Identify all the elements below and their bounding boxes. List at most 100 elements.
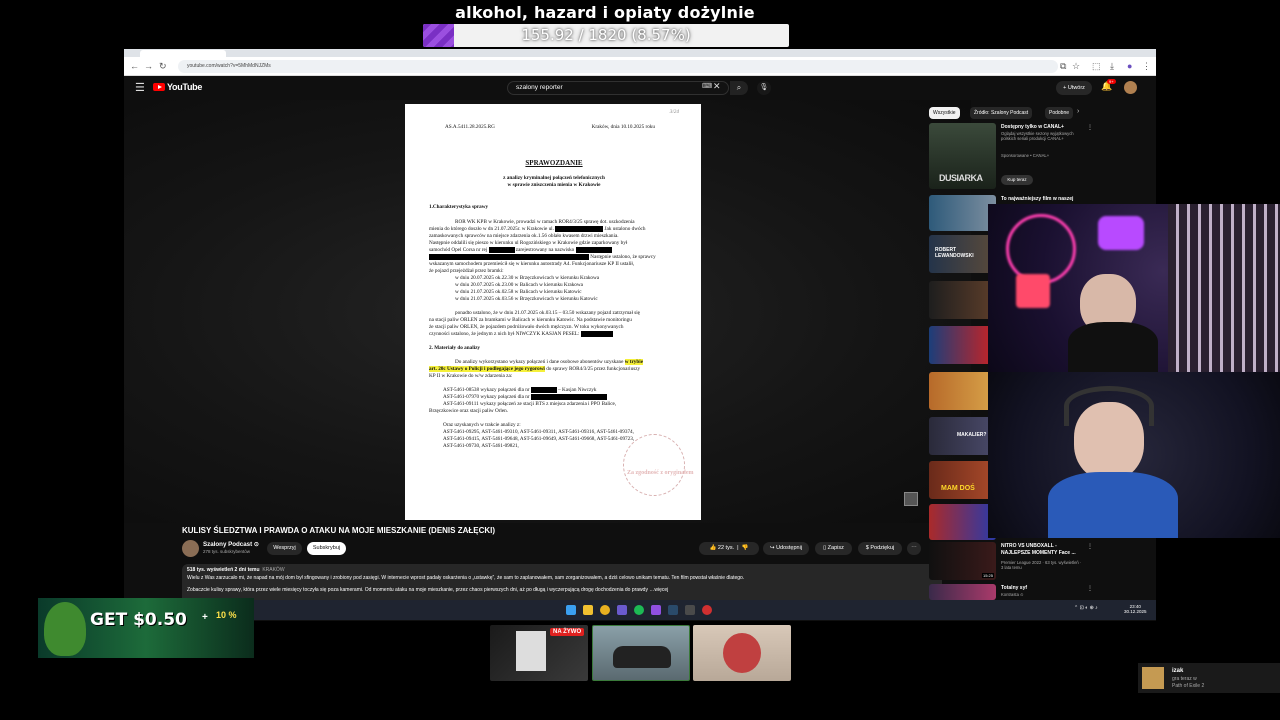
voice-search-button[interactable]: 🎙 <box>757 81 771 95</box>
stream-thumbnail[interactable] <box>693 625 791 681</box>
file-explorer-icon[interactable] <box>583 605 593 615</box>
more-options-icon[interactable]: ⋮ <box>1087 585 1093 592</box>
stream-ad-banner[interactable]: GET $0.50 + 10 % <box>38 598 254 658</box>
windows-taskbar: ⌃ ⊡ ◐ ⊕ ♪ 23:40 30.12.2025 <box>124 600 1156 620</box>
related-video-meta: Premier League 2022 · 63 tys. wyświetleń… <box>1001 560 1082 571</box>
video-thumbnail-text: MAM DOŚ <box>941 485 975 492</box>
description-tag[interactable]: KRAKÓW <box>262 567 284 573</box>
description-line: Zobaczcie kulisy sprawy, która przez wie… <box>187 586 669 593</box>
buy-now-button[interactable]: Kup teraz <box>1001 175 1033 185</box>
search-button[interactable]: ⌕ <box>730 81 748 95</box>
doc-title: SPRAWOZDANIE <box>525 159 583 167</box>
chip-all[interactable]: Wszystkie <box>929 107 960 119</box>
friend-status: gra teraz w Path of Exile 2 <box>1172 676 1204 689</box>
more-options-icon[interactable]: ⋮ <box>1087 124 1093 131</box>
chevron-right-icon[interactable]: › <box>1077 108 1079 115</box>
extensions-icon[interactable]: ⬚ <box>1092 61 1101 72</box>
chrome-icon[interactable] <box>600 605 610 615</box>
browser-menu-icon[interactable]: ⋮ <box>1142 61 1151 72</box>
thumbnail-car <box>613 646 671 668</box>
redaction <box>580 331 613 337</box>
browser-tab-active[interactable] <box>140 50 226 57</box>
video-thumbnail-text: MAKALIER? <box>957 432 987 438</box>
headphones <box>1064 386 1154 426</box>
reload-icon[interactable]: ↻ <box>159 61 167 72</box>
share-button[interactable]: ↪ Udostępnij <box>763 542 809 555</box>
ad-character <box>44 602 86 656</box>
account-avatar[interactable] <box>1124 81 1137 94</box>
bookmark-star-icon[interactable]: ☆ <box>1072 61 1080 72</box>
thumbnail-figure <box>723 633 761 673</box>
keyboard-icon[interactable]: ⌨ <box>702 82 712 90</box>
youtube-logo[interactable]: YouTube <box>153 82 202 92</box>
search-icon: ⌕ <box>736 83 742 92</box>
back-icon[interactable]: ← <box>130 61 139 71</box>
thumbs-up-icon: 👍 <box>709 545 717 551</box>
ad-text: GET $0.50 <box>90 610 187 630</box>
doc-text: Jak ustalono dwóch <box>604 226 646 233</box>
doc-stamp-text: Za zgodność z oryginałem <box>627 470 694 476</box>
obs-icon[interactable] <box>702 605 712 615</box>
share-label: Udostępnij <box>776 545 803 551</box>
system-tray-icons[interactable]: ⌃ ⊡ ◐ ⊕ ♪ <box>1074 605 1098 611</box>
clock[interactable]: 23:40 30.12.2025 <box>1124 604 1147 615</box>
neon-decor <box>1016 274 1050 308</box>
profile-icon[interactable]: ● <box>1127 61 1132 71</box>
youtube-header: ☰ YouTube szalony reporter ⌨ ✕ ⌕ 🎙 + Utw… <box>124 76 1156 100</box>
thanks-button[interactable]: $ Podziękuj <box>858 542 902 555</box>
url-field[interactable]: youtube.com/watch?v=5MhMdNJZMs <box>178 60 1058 73</box>
video-title: KULISY ŚLEDZTWA I PRAWDA O ATAKU NA MOJE… <box>182 526 496 535</box>
doc-text: do sprawy ROR4/3/25 przez funkcjonariusz… <box>546 366 641 372</box>
video-thumbnail-text: ROBERT LEWANDOWSKI <box>935 247 974 259</box>
support-button[interactable]: Wesprzyj <box>267 542 302 555</box>
like-count: 22 tys. <box>717 545 735 551</box>
browser-tab[interactable] <box>236 50 322 57</box>
dollar-icon: $ <box>865 545 869 551</box>
more-actions-button[interactable]: ⋯ <box>907 542 921 555</box>
stream-thumbnail[interactable]: NA ŻYWO <box>490 625 588 681</box>
bookmark-icon: ▯ <box>823 545 827 551</box>
hamburger-menu-icon[interactable]: ☰ <box>135 81 145 94</box>
channel-avatar[interactable] <box>182 540 199 557</box>
install-icon[interactable]: ⧉ <box>1060 61 1066 72</box>
save-button[interactable]: ▯ Zapisz <box>815 542 852 555</box>
redaction <box>488 247 515 253</box>
discord-icon[interactable] <box>617 605 627 615</box>
doc-text: mienia do którego doszło w dn 21.07.2025… <box>429 226 554 233</box>
video-player[interactable]: 3/24 AS.A.5411.28.2025.RG Kraków, dnia 1… <box>124 100 971 523</box>
friend-activity-notification[interactable]: izak gra teraz w Path of Exile 2 <box>1138 663 1280 693</box>
app-icon[interactable] <box>685 605 695 615</box>
clear-search-icon[interactable]: ✕ <box>713 81 721 92</box>
browser-tab[interactable] <box>332 50 418 57</box>
steam-icon[interactable] <box>668 605 678 615</box>
create-button[interactable]: + Utwórz <box>1056 81 1092 95</box>
stream-thumbnail[interactable] <box>592 625 690 681</box>
subscribe-button[interactable]: Subskrybuj <box>307 542 346 555</box>
twitch-icon[interactable] <box>651 605 661 615</box>
download-icon[interactable]: ⤓ <box>1110 61 1114 72</box>
forward-icon[interactable]: → <box>144 61 153 71</box>
spotify-icon[interactable] <box>634 605 644 615</box>
related-video-title: Totalny syf <box>1001 585 1028 591</box>
doc-text: czynności ustalono, że jednym z nich był… <box>429 331 580 338</box>
doc-text: AST-5461-08538 wykazy połączeń dla nr <box>443 387 530 394</box>
ad-thumbnail: DUSIARKA <box>929 123 996 189</box>
streamer-jersey <box>1048 472 1178 538</box>
chip-similar[interactable]: Podobne <box>1045 107 1074 119</box>
more-options-icon[interactable]: ⋮ <box>1087 543 1093 550</box>
channel-name[interactable]: Szalony Podcast ⊙ <box>203 541 259 548</box>
video-duration: 15:25 <box>981 573 994 578</box>
like-dislike-button[interactable]: 👍 22 tys. | 👎 <box>699 542 759 555</box>
ad-sponsor: Sponsorowane • CANAL+ <box>1001 153 1050 158</box>
save-label: Zapisz <box>827 545 844 551</box>
thumbnail-document <box>516 631 546 671</box>
search-input[interactable]: szalony reporter <box>507 81 729 95</box>
ad-title: Dostępny tylko w CANAL+ <box>1001 124 1064 130</box>
description-stats: 518 tys. wyświetleń 2 dni temu <box>187 567 260 573</box>
thanks-label: Podziękuj <box>870 545 895 551</box>
start-menu-icon[interactable] <box>566 605 576 615</box>
doc-text: samochód Opel Corsa nr rej <box>429 247 488 254</box>
redaction <box>429 254 589 260</box>
chip-source[interactable]: Źródło: Szalony Podcast <box>970 107 1033 119</box>
channel-watermark-icon[interactable] <box>904 492 918 506</box>
